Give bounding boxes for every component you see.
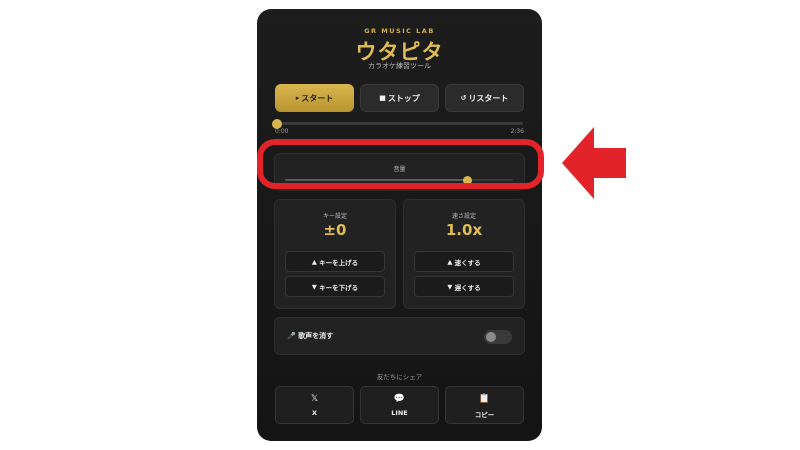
share-line-button[interactable]: 💬 LINE [360, 386, 439, 424]
stop-icon: ■ [379, 94, 386, 102]
volume-thumb[interactable] [462, 175, 472, 185]
restart-button[interactable]: ↺ リスタート [445, 84, 524, 112]
speed-down-label: 遅くする [454, 283, 481, 292]
key-settings-card: キー設定 ±0 ▲ キーを上げる ▼ キーを下げる [274, 199, 396, 309]
speed-value: 1.0x [445, 221, 483, 239]
start-label: スタート [301, 93, 334, 103]
triangle-down-icon: ▼ [447, 282, 455, 291]
share-copy-button[interactable]: 📋 コピー [445, 386, 524, 424]
vocal-cut-row: 🎤 歌声を消す [274, 317, 525, 355]
volume-card: 音量 [274, 153, 525, 191]
key-value: ±0 [323, 221, 347, 239]
volume-label: 音量 [393, 166, 406, 173]
stop-label: ストップ [387, 93, 420, 103]
share-line-label: LINE [391, 409, 408, 417]
vocal-cut-label-wrap: 🎤 歌声を消す [287, 331, 333, 341]
speed-up-button[interactable]: ▲ 速くする [414, 251, 514, 272]
current-time: 0:00 [275, 128, 289, 135]
seek-thumb[interactable] [272, 118, 282, 129]
speed-settings-card: 速さ設定 1.0x ▲ 速くする ▼ 遅くする [403, 199, 525, 309]
triangle-down-icon: ▼ [311, 282, 320, 291]
clipboard-icon: 📋 [478, 394, 491, 404]
duration-time: 2:36 [510, 128, 524, 135]
vocal-cut-label: 歌声を消す [298, 332, 334, 340]
share-x-label: X [311, 409, 317, 417]
key-up-label: キーを上げる [319, 258, 359, 267]
mic-icon: 🎤 [287, 332, 296, 340]
key-label: キー設定 [322, 213, 347, 220]
arrow-left-icon [562, 127, 626, 199]
seek-slider[interactable] [272, 118, 523, 129]
key-down-button[interactable]: ▼ キーを下げる [285, 276, 385, 297]
triangle-up-icon: ▲ [311, 257, 320, 266]
restart-icon: ↺ [460, 94, 467, 102]
stop-button[interactable]: ■ ストップ [360, 84, 439, 112]
volume-level [285, 179, 468, 181]
play-icon: ▸ [295, 94, 300, 102]
restart-label: リスタート [468, 93, 509, 103]
start-button[interactable]: ▸ スタート [275, 84, 354, 112]
volume-slider[interactable] [285, 175, 513, 185]
share-copy-label: コピー [474, 411, 495, 419]
app-window: GR MUSIC LAB ウタピタ カラオケ練習ツール ▸ スタート ■ ストッ… [257, 9, 542, 441]
share-x-button[interactable]: 𝕏 X [275, 386, 354, 424]
speech-bubble-icon: 💬 [393, 394, 406, 404]
share-heading: 友だちにシェア [376, 373, 423, 381]
brand-label: GR MUSIC LAB [364, 27, 435, 35]
app-subtitle: カラオケ練習ツール [368, 62, 431, 70]
vocal-cut-toggle[interactable] [484, 330, 512, 344]
x-logo-icon: 𝕏 [310, 394, 319, 404]
key-down-label: キーを下げる [319, 283, 359, 292]
triangle-up-icon: ▲ [447, 257, 455, 266]
toggle-knob [486, 332, 496, 342]
speed-up-label: 速くする [454, 258, 481, 267]
key-up-button[interactable]: ▲ キーを上げる [285, 251, 385, 272]
speed-down-button[interactable]: ▼ 遅くする [414, 276, 514, 297]
speed-label: 速さ設定 [451, 213, 476, 220]
